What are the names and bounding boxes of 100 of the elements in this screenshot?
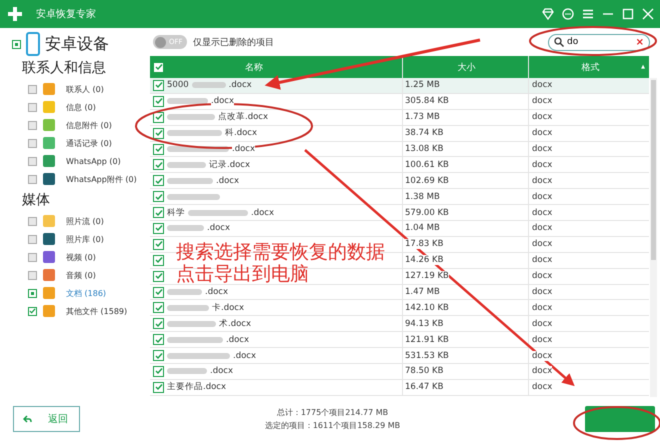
table-cell: docx <box>532 318 552 329</box>
checkbox[interactable] <box>12 40 21 48</box>
category-item[interactable]: 照片流 (0) <box>66 216 104 226</box>
blurred-text <box>167 368 207 374</box>
checkbox[interactable] <box>153 191 164 202</box>
checkbox[interactable] <box>153 286 164 298</box>
checkbox[interactable] <box>153 112 164 123</box>
table-cell: docx <box>532 96 552 106</box>
category-item[interactable]: 照片库 (0) <box>66 234 104 244</box>
category-item[interactable]: 信息 (0) <box>66 102 96 112</box>
checkbox[interactable] <box>153 302 164 314</box>
category-item[interactable]: 音频 (0) <box>66 270 96 280</box>
table-cell: docx <box>532 350 552 361</box>
maximize-icon <box>622 8 634 20</box>
table-cell: docx <box>532 144 552 154</box>
blurred-text <box>167 289 202 296</box>
table-cell: 17.83 KB <box>405 239 444 250</box>
table-cell: 305.84 KB <box>405 96 449 106</box>
checkbox[interactable] <box>153 62 164 72</box>
annotation-text: 点击导出到电脑 <box>176 263 309 285</box>
blurred-text <box>167 162 206 168</box>
checkbox[interactable] <box>28 288 37 298</box>
checkbox[interactable] <box>28 234 37 244</box>
checkbox[interactable] <box>28 252 37 262</box>
blurred-text <box>167 98 208 104</box>
checkbox[interactable] <box>28 306 37 316</box>
chat-icon <box>562 8 574 20</box>
checkbox[interactable] <box>28 138 37 148</box>
checkbox[interactable] <box>153 222 164 234</box>
table-cell: 100.61 KB <box>405 160 449 170</box>
file-name: .docx <box>251 208 274 218</box>
checkbox[interactable] <box>153 96 164 107</box>
table-cell: 579.00 KB <box>405 208 449 218</box>
category-item[interactable]: 联系人 (0) <box>66 84 104 94</box>
checkbox[interactable] <box>153 159 164 170</box>
search-icon <box>554 37 564 47</box>
total-text: 总计：1775个项目214.77 MB <box>276 407 390 419</box>
category-heading: 联系人和信息 <box>22 59 107 77</box>
category-item[interactable]: 其他文件 (1589) <box>66 306 128 316</box>
blurred-text <box>192 82 226 88</box>
checkbox[interactable] <box>153 254 164 266</box>
checkbox[interactable] <box>153 80 164 91</box>
checkbox[interactable] <box>153 144 164 154</box>
table-cell: docx <box>532 192 552 202</box>
category-item[interactable]: 通话记录 (0) <box>66 138 112 148</box>
blurred-text <box>167 225 204 232</box>
file-name: .docx <box>205 287 228 298</box>
blurred-text <box>167 194 220 200</box>
checkbox[interactable] <box>28 120 37 130</box>
file-name: 术.docx <box>219 318 252 330</box>
checkbox[interactable] <box>153 382 164 393</box>
table-cell: docx <box>532 176 552 186</box>
checkbox[interactable] <box>153 334 164 346</box>
category-item[interactable]: 文档 (186) <box>66 288 106 298</box>
checkbox[interactable] <box>153 175 164 186</box>
checkbox[interactable] <box>153 318 164 330</box>
table-cell: docx <box>532 160 552 170</box>
checkbox[interactable] <box>28 174 37 184</box>
file-name: 点改革.docx <box>218 111 268 124</box>
menu-icon <box>582 8 594 20</box>
checkbox[interactable] <box>28 216 37 226</box>
category-item[interactable]: 信息附件 (0) <box>66 120 112 130</box>
table-cell: 1.73 MB <box>405 112 440 122</box>
plus-logo-icon <box>7 6 23 22</box>
blurred-text <box>167 336 223 343</box>
blurred-text <box>167 178 213 184</box>
checkbox[interactable] <box>153 207 164 218</box>
table-cell: docx <box>532 223 552 234</box>
checkbox[interactable] <box>153 350 164 362</box>
table-cell: 14.26 KB <box>405 255 444 266</box>
checkbox[interactable] <box>153 238 164 250</box>
selected-row[interactable]: 5000 .docx 1.25 MB docx <box>150 78 649 94</box>
table-cell: docx <box>532 287 552 298</box>
close-icon <box>642 8 654 20</box>
file-name: .docx <box>211 96 234 106</box>
file-name: 5000 <box>167 80 189 90</box>
file-name: .docx <box>226 334 250 345</box>
blurred-text <box>167 320 216 327</box>
file-name: 记录.docx <box>209 158 250 171</box>
search-field[interactable]: do × <box>548 34 650 50</box>
category-heading: 媒体 <box>22 191 51 209</box>
scrollbar[interactable] <box>650 78 657 397</box>
checkbox[interactable] <box>28 102 37 112</box>
checkbox[interactable] <box>28 156 37 166</box>
category-item[interactable]: 视频 (0) <box>66 252 96 262</box>
blurred-text <box>167 352 230 359</box>
checkbox[interactable] <box>153 270 164 282</box>
phone-icon <box>26 32 40 56</box>
category-item[interactable]: WhatsApp附件 (0) <box>66 174 137 184</box>
table-cell: docx <box>532 239 552 250</box>
clear-button[interactable]: × <box>636 36 644 48</box>
checkbox[interactable] <box>28 270 37 280</box>
file-name: .docx <box>228 80 252 90</box>
checkbox[interactable] <box>153 128 164 139</box>
checkbox[interactable] <box>28 84 37 94</box>
file-name: .docx <box>216 176 240 186</box>
category-item[interactable]: WhatsApp (0) <box>66 156 121 166</box>
table-cell: docx <box>532 80 552 90</box>
table-cell: 94.13 KB <box>405 318 444 329</box>
checkbox[interactable] <box>153 366 164 377</box>
